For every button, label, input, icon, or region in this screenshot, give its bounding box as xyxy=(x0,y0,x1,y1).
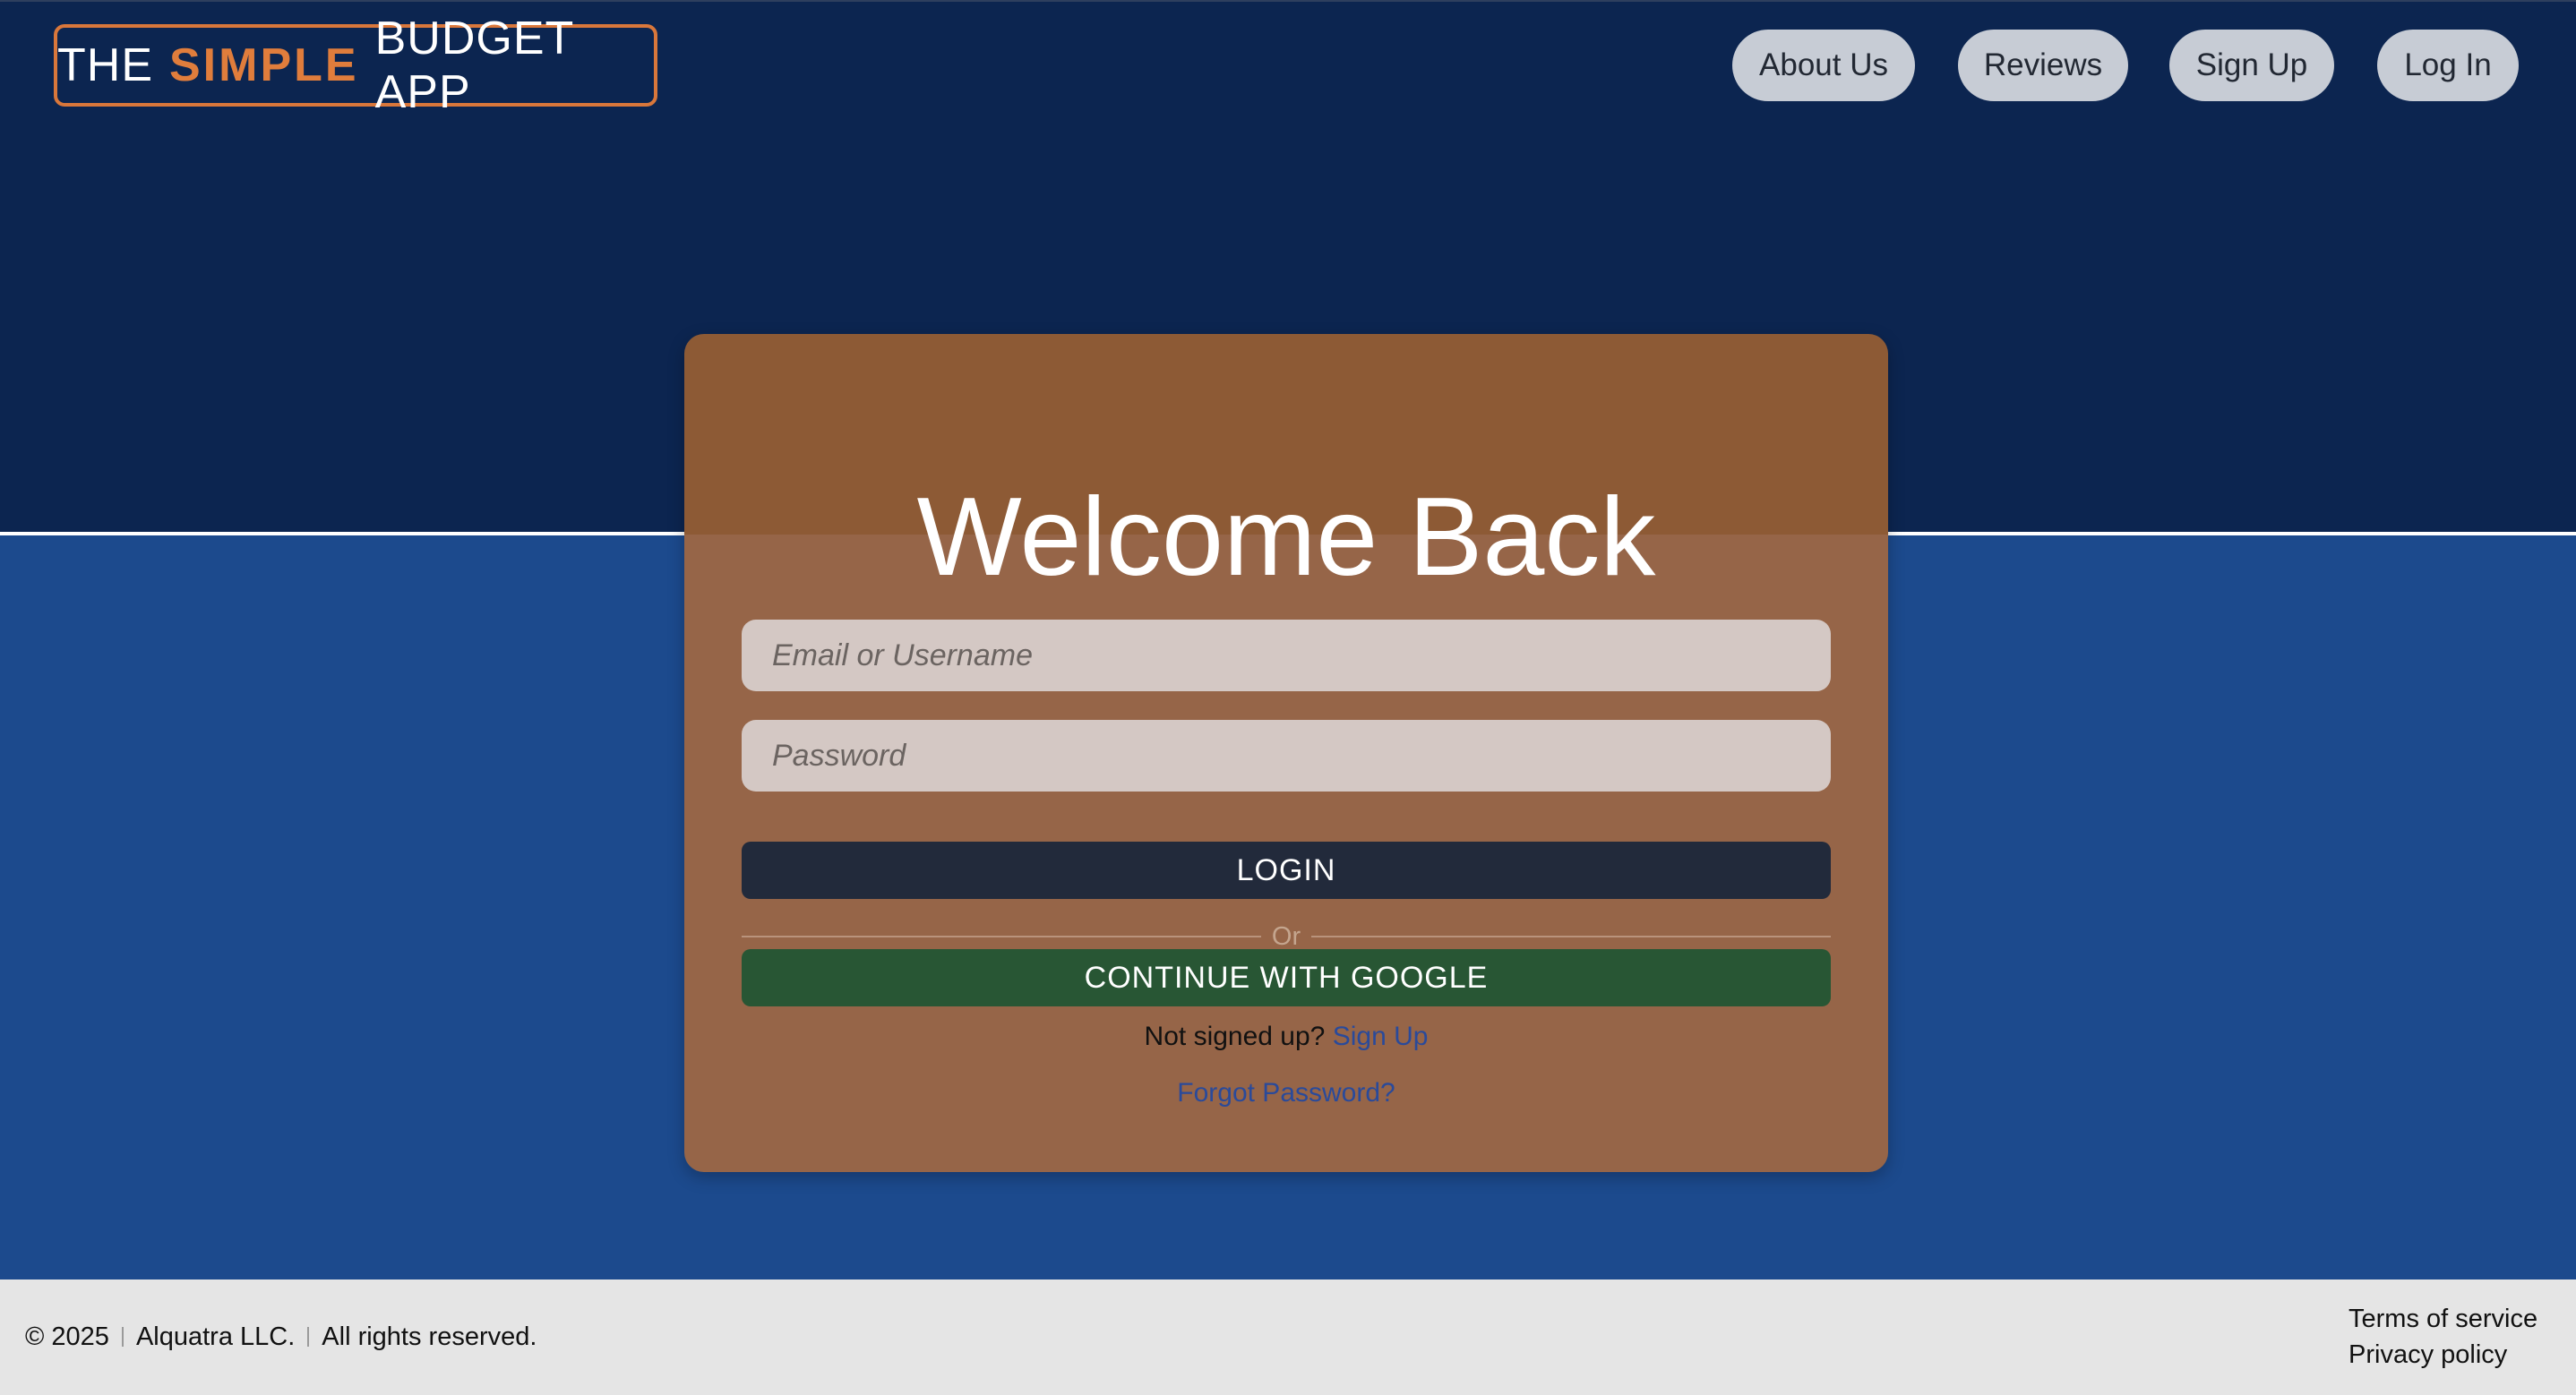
or-divider-text: Or xyxy=(1271,922,1301,951)
forgot-password-row: Forgot Password? xyxy=(684,1076,1888,1110)
continue-with-google-button[interactable]: CONTINUE WITH GOOGLE xyxy=(742,949,1831,1006)
logo-text-simple: SIMPLE xyxy=(169,39,359,91)
rights-text: All rights reserved. xyxy=(322,1322,537,1351)
nav-sign-up-button[interactable]: Sign Up xyxy=(2169,30,2334,101)
copyright-year: © 2025 xyxy=(25,1322,109,1351)
privacy-policy-link[interactable]: Privacy policy xyxy=(2348,1337,2563,1373)
site-footer: © 2025 Alquatra LLC. All rights reserved… xyxy=(0,1279,2576,1395)
nav-about-us-button[interactable]: About Us xyxy=(1732,30,1915,101)
footer-links: Terms of service Privacy policy xyxy=(2348,1301,2563,1373)
logo-text-the: THE xyxy=(57,39,153,91)
signup-prompt-row: Not signed up? Sign Up xyxy=(684,1020,1888,1054)
signup-prompt-text: Not signed up? xyxy=(1144,1022,1326,1051)
footer-separator xyxy=(307,1327,310,1347)
email-username-input[interactable] xyxy=(742,620,1831,691)
signup-link[interactable]: Sign Up xyxy=(1333,1022,1429,1051)
welcome-title: Welcome Back xyxy=(916,475,1656,599)
logo-text-budget-app: BUDGET APP xyxy=(374,13,574,118)
password-input[interactable] xyxy=(742,720,1831,792)
forgot-password-link[interactable]: Forgot Password? xyxy=(1177,1078,1395,1108)
company-name: Alquatra LLC. xyxy=(135,1322,296,1351)
nav-reviews-button[interactable]: Reviews xyxy=(1958,30,2128,101)
terms-of-service-link[interactable]: Terms of service xyxy=(2348,1301,2563,1337)
footer-separator xyxy=(121,1327,124,1347)
login-card: Welcome Back LOGIN Or CONTINUE WITH GOOG… xyxy=(684,334,1888,1172)
nav-log-in-button[interactable]: Log In xyxy=(2377,30,2519,101)
footer-copyright: © 2025 Alquatra LLC. All rights reserved… xyxy=(25,1321,537,1353)
app-logo[interactable]: THE SIMPLE BUDGET APP xyxy=(54,13,657,118)
login-button[interactable]: LOGIN xyxy=(742,842,1831,899)
or-divider: Or xyxy=(742,923,1831,950)
